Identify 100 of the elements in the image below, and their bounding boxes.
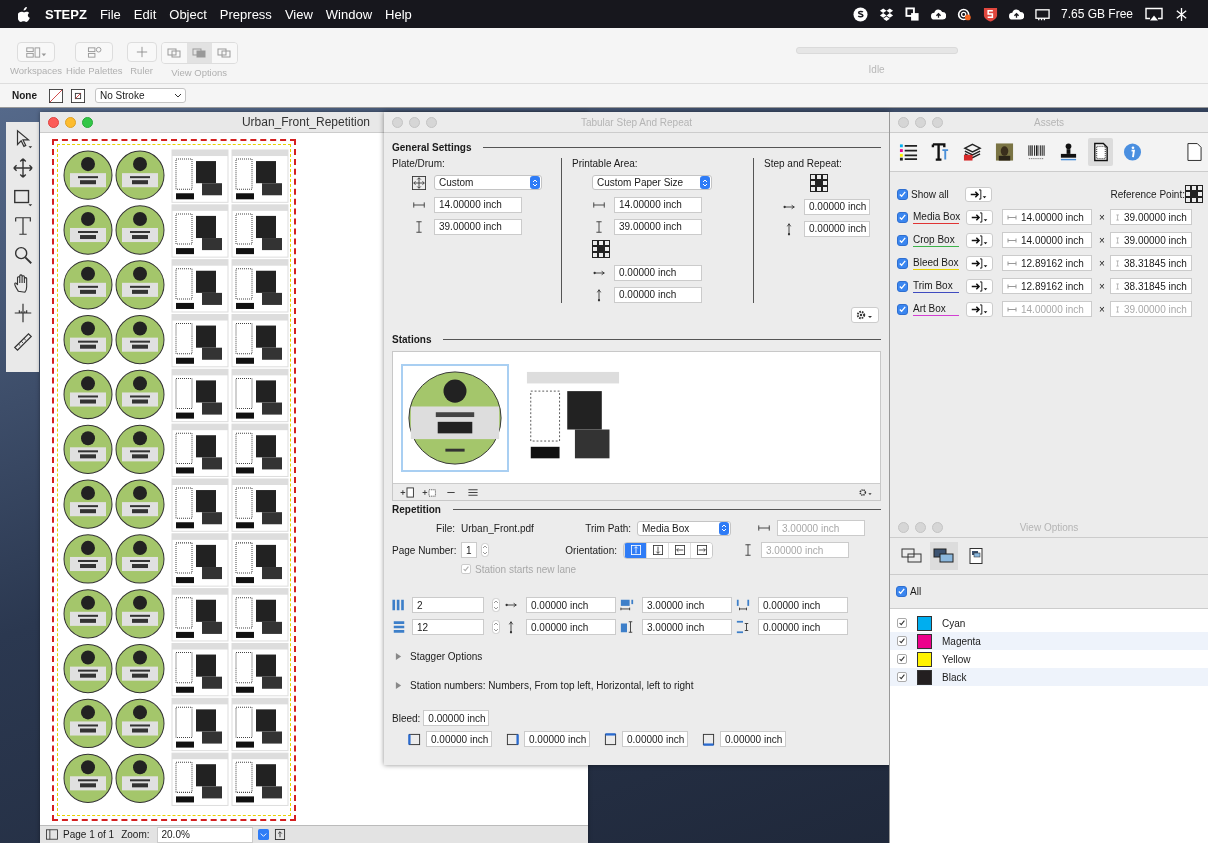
- screen-mirroring-icon[interactable]: [1145, 6, 1163, 22]
- disclosure-triangle-icon[interactable]: [395, 681, 402, 689]
- width-field[interactable]: 14.00000 inch: [614, 196, 702, 213]
- width-field[interactable]: 14.00000 inch: [1002, 209, 1092, 225]
- width-field[interactable]: 12.89162 inch: [1002, 278, 1092, 294]
- close-button[interactable]: [48, 116, 59, 128]
- checkbox[interactable]: [897, 654, 907, 664]
- measure-icon[interactable]: [11, 331, 34, 353]
- zoom-field[interactable]: 20.0%: [156, 826, 253, 843]
- dropdown-icon[interactable]: [257, 829, 269, 840]
- height-field[interactable]: 39.00000 inch: [434, 218, 522, 235]
- checkbox[interactable]: [897, 234, 908, 246]
- offset-y-field[interactable]: 0.00000 inch: [614, 286, 702, 303]
- step-width-field[interactable]: 3.00000 inch: [642, 597, 732, 613]
- cloud-upload-icon[interactable]: [930, 6, 946, 22]
- disclosure-triangle-icon[interactable]: [395, 652, 402, 660]
- overlap-icon: [167, 47, 182, 59]
- app-menu[interactable]: STEPZ: [45, 6, 87, 22]
- checkbox[interactable]: [897, 636, 907, 646]
- stepper-icon[interactable]: [492, 598, 500, 612]
- separation-row[interactable]: Cyan: [890, 614, 1208, 632]
- page-icon[interactable]: [1187, 142, 1202, 162]
- stroke-dropdown[interactable]: No Stroke: [95, 88, 186, 103]
- s-circle-icon[interactable]: [852, 6, 868, 22]
- separation-row[interactable]: Black: [890, 668, 1208, 686]
- separation-row[interactable]: Magenta: [890, 632, 1208, 650]
- checkbox[interactable]: [897, 280, 908, 292]
- shield-icon[interactable]: [982, 6, 998, 22]
- menu-item[interactable]: Object: [169, 6, 207, 22]
- checkbox[interactable]: [897, 188, 908, 200]
- drive-icon[interactable]: [1034, 6, 1050, 22]
- trim-path-dropdown[interactable]: Media Box: [637, 520, 731, 536]
- step-height-field[interactable]: 3.00000 inch: [642, 619, 732, 635]
- plate-drum-dropdown[interactable]: Custom: [434, 175, 542, 190]
- height-field[interactable]: 38.31845 inch: [1109, 255, 1192, 271]
- stepper-icon[interactable]: [492, 620, 500, 634]
- separation-row[interactable]: Yellow: [890, 650, 1208, 668]
- step-y-field[interactable]: 0.00000 inch: [804, 220, 870, 237]
- cloud-upload-icon[interactable]: [1008, 6, 1024, 22]
- reference-point-icon[interactable]: [592, 240, 611, 259]
- horizontal-offset-field[interactable]: 0.00000 inch: [758, 597, 848, 613]
- reference-point-icon[interactable]: [1185, 184, 1204, 204]
- bleed-field[interactable]: 0.00000 inch: [423, 710, 490, 726]
- reference-point-icon[interactable]: [810, 174, 829, 193]
- checkbox[interactable]: [897, 211, 908, 223]
- stepper-icon[interactable]: [481, 543, 489, 557]
- stamp-icon: [1059, 142, 1078, 162]
- orientation-button[interactable]: [624, 542, 646, 558]
- menu-item[interactable]: Edit: [133, 6, 157, 22]
- printable-area-dropdown[interactable]: Custom Paper Size: [592, 175, 712, 190]
- insert-button[interactable]: [966, 278, 993, 294]
- swirl-icon[interactable]: [956, 6, 972, 22]
- sidebar-icon[interactable]: [46, 829, 58, 840]
- menu-item[interactable]: Window: [325, 6, 373, 22]
- insert-button[interactable]: [966, 301, 993, 317]
- checkbox[interactable]: [897, 257, 908, 269]
- page-number-field[interactable]: 1: [461, 542, 477, 558]
- height-field[interactable]: 39.00000 inch: [614, 218, 702, 235]
- menu-item[interactable]: Prepress: [219, 6, 272, 22]
- height-field[interactable]: 39.00000 inch: [1109, 232, 1192, 248]
- width-field[interactable]: 12.89162 inch: [1002, 255, 1092, 271]
- insert-button[interactable]: [966, 255, 993, 271]
- stagger-options-toggle[interactable]: Stagger Options: [410, 650, 483, 662]
- station-thumbnail[interactable]: [401, 364, 509, 472]
- orientation-button[interactable]: [690, 542, 712, 558]
- bleed-side-field[interactable]: 0.00000 inch: [426, 731, 492, 747]
- bleed-side-field[interactable]: 0.00000 inch: [524, 731, 590, 747]
- apple-icon[interactable]: [18, 6, 31, 22]
- station-numbers-toggle[interactable]: Station numbers: Numbers, From top left, Horizontal, left to right: [410, 679, 694, 691]
- bleed-side-field[interactable]: 0.00000 inch: [720, 731, 786, 747]
- step-x-field[interactable]: 0.00000 inch: [804, 198, 870, 215]
- checkbox[interactable]: [897, 618, 907, 628]
- menu-item[interactable]: View: [284, 6, 313, 22]
- height-field[interactable]: 38.31845 inch: [1109, 278, 1192, 294]
- horizontal-gap-field[interactable]: 0.00000 inch: [526, 597, 616, 613]
- sparkle-icon[interactable]: [1174, 6, 1189, 22]
- menu-item[interactable]: File: [99, 6, 121, 22]
- no-stroke-swatch-icon[interactable]: [71, 88, 85, 103]
- height-field[interactable]: 39.00000 inch: [1109, 209, 1192, 225]
- insert-button[interactable]: [966, 209, 993, 225]
- rows-field[interactable]: 12: [412, 619, 484, 635]
- width-field[interactable]: 14.00000 inch: [1002, 232, 1092, 248]
- view-mode-button[interactable]: [930, 542, 958, 570]
- assets-tab[interactable]: [1088, 138, 1113, 166]
- squares-icon[interactable]: [904, 6, 920, 22]
- move-icon[interactable]: [11, 157, 34, 179]
- no-fill-swatch-icon[interactable]: [49, 88, 63, 103]
- insert-button[interactable]: [966, 232, 993, 248]
- checkbox[interactable]: [896, 586, 907, 597]
- boxes-icon[interactable]: [878, 6, 894, 22]
- insert-button[interactable]: [965, 186, 992, 202]
- offset-x-field[interactable]: 0.00000 inch: [614, 264, 702, 281]
- columns-field[interactable]: 2: [412, 597, 484, 613]
- vertical-gap-field[interactable]: 0.00000 inch: [526, 619, 616, 635]
- menu-item[interactable]: Help: [385, 6, 412, 22]
- settings-button[interactable]: [851, 307, 879, 323]
- bleed-side-field[interactable]: 0.00000 inch: [622, 731, 688, 747]
- vertical-offset-field[interactable]: 0.00000 inch: [758, 619, 848, 635]
- width-field[interactable]: 14.00000 inch: [434, 196, 522, 213]
- checkbox[interactable]: [897, 672, 907, 682]
